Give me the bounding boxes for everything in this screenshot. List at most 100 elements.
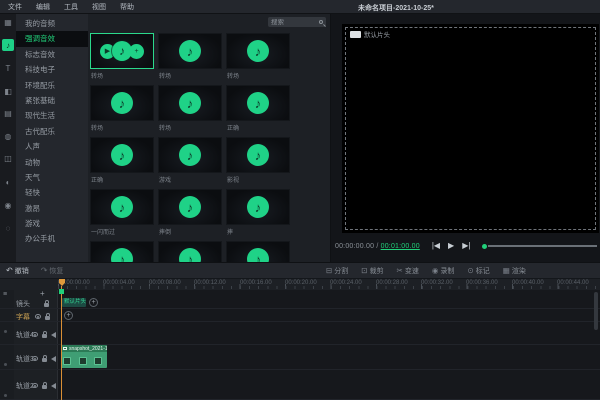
next-frame-icon[interactable]: ▶| bbox=[462, 242, 470, 250]
effect-icon[interactable]: ▤ bbox=[2, 107, 14, 119]
sidebar-item[interactable]: 天气 bbox=[16, 170, 88, 185]
menu-tools[interactable]: 工具 bbox=[64, 2, 78, 12]
title-clip[interactable]: 默认片头 bbox=[62, 298, 86, 307]
add-icon[interactable]: + bbox=[129, 44, 144, 59]
lock-icon[interactable] bbox=[44, 303, 49, 307]
element-icon[interactable]: ◍ bbox=[2, 130, 14, 142]
media-clip[interactable]: snapshot_2021-1 bbox=[61, 345, 107, 368]
sidebar-item[interactable]: 古代配乐 bbox=[16, 124, 88, 139]
audio-icon[interactable]: ♪ bbox=[2, 39, 14, 51]
sidebar-item[interactable]: 紧张基础 bbox=[16, 93, 88, 108]
record-button[interactable]: ◉录制 bbox=[432, 266, 455, 276]
add-clip-icon[interactable]: + bbox=[89, 298, 98, 307]
record-icon[interactable]: ◉ bbox=[2, 199, 14, 211]
music-note-icon: ♪ bbox=[179, 248, 201, 262]
music-note-icon: ♪ bbox=[179, 92, 201, 114]
track-row-subtitle[interactable]: 字幕 bbox=[0, 309, 600, 322]
audio-item[interactable]: ♪游戏 bbox=[158, 137, 222, 189]
sidebar-item[interactable]: 科技电子 bbox=[16, 62, 88, 77]
audio-item[interactable]: ♪转场 bbox=[158, 85, 222, 137]
media-icon[interactable]: ▦ bbox=[2, 16, 14, 28]
audio-item-label: 转场 bbox=[90, 123, 154, 132]
playhead-line[interactable] bbox=[61, 286, 62, 400]
menu-file[interactable]: 文件 bbox=[8, 2, 22, 12]
eye-icon[interactable] bbox=[35, 314, 41, 319]
eye-icon[interactable] bbox=[32, 383, 38, 388]
sidebar-item-selected[interactable]: 强调音效 bbox=[16, 31, 88, 46]
sidebar-item[interactable]: 动物 bbox=[16, 155, 88, 170]
audio-item[interactable]: ♪影视 bbox=[226, 137, 290, 189]
menu-view[interactable]: 视图 bbox=[92, 2, 106, 12]
seek-slider[interactable] bbox=[482, 244, 597, 249]
clip-option-box[interactable] bbox=[63, 357, 71, 365]
lock-icon[interactable] bbox=[42, 334, 47, 338]
search-input[interactable] bbox=[271, 19, 319, 26]
more-icon[interactable]: ◌ bbox=[2, 222, 14, 234]
selection-dashed-border bbox=[345, 27, 596, 230]
speaker-icon[interactable] bbox=[51, 332, 56, 338]
audio-thumbnail: ♪ bbox=[226, 85, 290, 121]
track-row-2[interactable]: 轨道2 bbox=[0, 370, 600, 400]
render-button[interactable]: ▦渲染 bbox=[503, 266, 526, 276]
text-icon[interactable]: T bbox=[2, 62, 14, 74]
timeline-scrollbar[interactable] bbox=[594, 292, 598, 330]
speaker-icon[interactable] bbox=[51, 356, 56, 362]
audio-item[interactable]: ♪转场 bbox=[158, 33, 222, 85]
audio-item[interactable]: ♪一闪而过 bbox=[90, 189, 154, 241]
media-clip-header: snapshot_2021-1 bbox=[61, 345, 107, 352]
speed-button[interactable]: ✂变速 bbox=[397, 266, 419, 276]
audio-thumbnail: ♪ bbox=[158, 33, 222, 69]
split-button[interactable]: ⊟分割 bbox=[326, 266, 348, 276]
speaker-icon[interactable] bbox=[51, 383, 56, 389]
audio-item[interactable]: ♪ bbox=[158, 241, 222, 262]
audio-item[interactable]: ♪摔倒 bbox=[158, 189, 222, 241]
audio-item[interactable]: ♪ bbox=[226, 241, 290, 262]
transition-icon[interactable]: ◧ bbox=[2, 85, 14, 97]
clip-option-box[interactable] bbox=[79, 357, 87, 365]
seek-track[interactable] bbox=[488, 245, 597, 247]
lock-icon[interactable] bbox=[42, 358, 47, 362]
lock-icon[interactable] bbox=[42, 385, 47, 389]
sidebar-item[interactable]: 游戏 bbox=[16, 216, 88, 231]
play-icon[interactable]: ▶ bbox=[448, 242, 454, 250]
sidebar-item[interactable]: 环境配乐 bbox=[16, 78, 88, 93]
music-note-icon: ♪ bbox=[247, 144, 269, 166]
menu-edit[interactable]: 编辑 bbox=[36, 2, 50, 12]
sidebar-item-my-audio[interactable]: 我的音频 bbox=[16, 16, 88, 31]
marker-button[interactable]: ⊙标记 bbox=[467, 266, 489, 276]
audio-item[interactable]: ♪ 正确 bbox=[226, 85, 290, 137]
sidebar-item[interactable]: 激昂 bbox=[16, 201, 88, 216]
prev-frame-icon[interactable]: |◀ bbox=[432, 242, 440, 250]
sidebar-item[interactable]: 办公手机 bbox=[16, 231, 88, 246]
duration-value[interactable]: 00:01:00.00 bbox=[381, 243, 420, 250]
audio-thumbnail: ♪ bbox=[90, 85, 154, 121]
seek-handle[interactable] bbox=[482, 244, 487, 249]
audio-item[interactable]: ♪正确 bbox=[90, 137, 154, 189]
stock-icon[interactable]: ◐ bbox=[2, 176, 14, 188]
redo-button[interactable]: ↷恢复 bbox=[41, 266, 64, 276]
lock-icon[interactable] bbox=[45, 316, 50, 320]
undo-button[interactable]: ↶撤销 bbox=[6, 266, 29, 276]
audio-item[interactable]: ♪摔 bbox=[226, 189, 290, 241]
timecode: 00:00:00.00 / 00:01:00.00 bbox=[335, 243, 420, 250]
sidebar-item[interactable]: 现代生活 bbox=[16, 108, 88, 123]
crop-button[interactable]: ⊡裁剪 bbox=[361, 266, 383, 276]
sidebar-item[interactable]: 标志音效 bbox=[16, 47, 88, 62]
time-ruler[interactable]: 00:00:00.00 00:00:04.00 00:00:08.00 00:0… bbox=[0, 278, 600, 290]
eye-icon[interactable] bbox=[32, 356, 38, 361]
audio-item-label: 正确 bbox=[226, 123, 290, 132]
sidebar-item[interactable]: 人声 bbox=[16, 139, 88, 154]
add-subtitle-icon[interactable]: + bbox=[64, 311, 73, 320]
track-row-4[interactable]: 轨道4 bbox=[0, 322, 600, 345]
audio-item-selected[interactable]: ▶ ♪ + 转场 bbox=[90, 33, 154, 85]
search-box[interactable] bbox=[268, 17, 326, 27]
eye-icon[interactable] bbox=[32, 332, 38, 337]
sidebar-item[interactable]: 轻快 bbox=[16, 185, 88, 200]
image-icon bbox=[63, 347, 67, 350]
clip-option-box[interactable] bbox=[94, 357, 102, 365]
audio-item[interactable]: ♪转场 bbox=[226, 33, 290, 85]
split-screen-icon[interactable]: ◫ bbox=[2, 152, 14, 164]
audio-item[interactable]: ♪ 转场 bbox=[90, 85, 154, 137]
audio-item[interactable]: ♪ bbox=[90, 241, 154, 262]
menu-help[interactable]: 帮助 bbox=[120, 2, 134, 12]
